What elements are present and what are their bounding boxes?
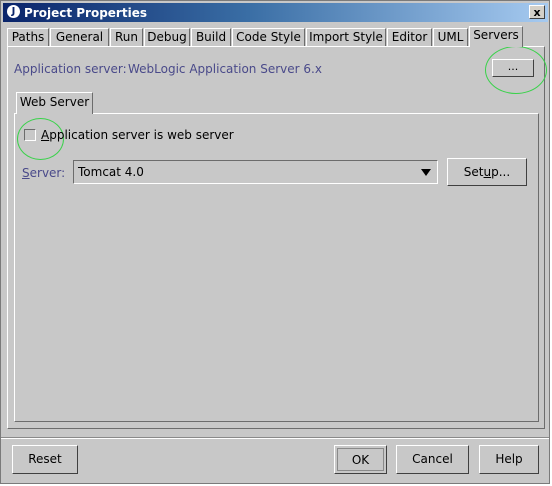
tab-editor[interactable]: Editor	[387, 28, 432, 46]
checkbox-label[interactable]: Application server is web server	[41, 128, 234, 142]
reset-button[interactable]: Reset	[12, 445, 78, 474]
server-select[interactable]: Tomcat 4.0	[73, 160, 438, 184]
app-server-label: Application server:	[14, 62, 127, 76]
server-select-value: Tomcat 4.0	[78, 165, 144, 179]
setup-button[interactable]: Setup...	[447, 158, 527, 186]
tab-code-style[interactable]: Code Style	[232, 28, 305, 46]
ok-button[interactable]: OK	[334, 445, 387, 474]
project-properties-dialog: J Project Properties x Paths General Run…	[0, 0, 550, 484]
close-button[interactable]: x	[529, 5, 545, 19]
main-tab-bar: Paths General Run Debug Build Code Style…	[7, 26, 547, 47]
browse-app-server-button[interactable]: ...	[492, 59, 534, 77]
dropdown-arrow-icon[interactable]	[421, 169, 431, 176]
ok-button-label: OK	[337, 448, 384, 471]
tab-build[interactable]: Build	[191, 28, 231, 46]
app-server-value: WebLogic Application Server 6.x	[128, 62, 322, 76]
tab-paths[interactable]: Paths	[7, 28, 49, 46]
footer-separator	[1, 437, 549, 439]
tab-debug[interactable]: Debug	[144, 28, 190, 46]
tab-web-server[interactable]: Web Server	[16, 92, 93, 114]
server-label: Server:	[22, 166, 66, 180]
tab-import-style[interactable]: Import Style	[306, 28, 386, 46]
cancel-button[interactable]: Cancel	[396, 445, 469, 474]
app-server-is-web-server-checkbox[interactable]	[24, 129, 36, 141]
title-bar[interactable]: J Project Properties x	[3, 3, 548, 22]
tab-servers[interactable]: Servers	[469, 26, 523, 47]
help-button[interactable]: Help	[479, 445, 539, 474]
tab-run[interactable]: Run	[110, 28, 143, 46]
window-title: Project Properties	[24, 6, 147, 20]
tab-uml[interactable]: UML	[433, 28, 468, 46]
tab-general[interactable]: General	[50, 28, 109, 46]
app-icon: J	[7, 5, 20, 18]
